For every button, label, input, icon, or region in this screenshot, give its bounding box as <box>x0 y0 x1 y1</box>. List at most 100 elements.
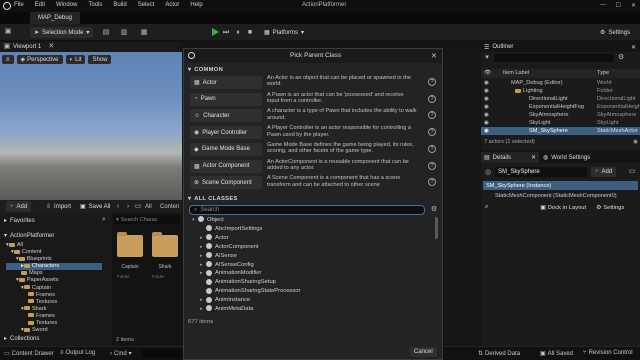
viewport-options-button[interactable]: ≡ <box>2 55 14 64</box>
visibility-icon[interactable]: ◉ <box>484 111 489 119</box>
cinematics-icon[interactable]: ▦ <box>140 29 148 37</box>
col-label[interactable]: Item Label <box>503 69 529 78</box>
viewport-tab[interactable]: ▣ Viewport 1 ✕ <box>0 42 180 52</box>
asset-search[interactable]: ▾ Search Charac <box>114 215 180 224</box>
common-class-button[interactable]: ☺ Character <box>190 109 262 123</box>
menu-tools[interactable]: Tools <box>88 2 102 8</box>
outliner-row[interactable]: ◉ MAP_Debug (Editor) World <box>481 79 640 87</box>
common-class-button[interactable]: ◆ Game Mode Base <box>190 142 262 156</box>
close-icon[interactable]: ✕ <box>631 2 636 9</box>
back-icon[interactable]: ‹ <box>114 203 122 211</box>
search-icon[interactable]: ⌕ <box>100 216 108 224</box>
component-item[interactable]: StaticMeshComponent (StaticMeshComponent… <box>483 191 638 200</box>
visibility-icon[interactable]: ◉ <box>484 79 489 87</box>
blueprint-icon[interactable]: ▥ <box>120 29 128 37</box>
class-row[interactable]: AnimationSharingStateProcessor <box>190 287 430 296</box>
all-saved-button[interactable]: ▣ All Saved <box>540 350 573 358</box>
tree-item-captain[interactable]: ▾ Captain <box>6 285 102 292</box>
menu-file[interactable]: File <box>14 2 24 8</box>
breadcrumb-all[interactable]: All <box>145 204 152 210</box>
expand-arrow-icon[interactable]: ▸ <box>200 252 206 261</box>
level-viewport[interactable]: ≡ ◈ Perspective ◐ Lit Show <box>0 52 182 200</box>
revision-control-button[interactable]: ⑂ Revision Control <box>583 350 633 356</box>
outliner-row[interactable]: ◉ SkyAtmosphere SkyAtmosphere <box>481 111 640 119</box>
close-icon[interactable]: ✕ <box>47 43 55 51</box>
tree-item-frames[interactable]: Frames <box>6 313 102 320</box>
filter-icon[interactable]: ▾ <box>483 54 491 62</box>
menu-edit[interactable]: Edit <box>35 2 45 8</box>
class-row[interactable]: ▸ AnimMetaData <box>190 305 430 314</box>
details-settings-button[interactable]: ⚙ Settings <box>596 205 624 211</box>
menu-build[interactable]: Build <box>113 2 126 8</box>
details-tab[interactable]: ▤ Details ✕ <box>481 152 539 163</box>
play-icon[interactable] <box>212 28 219 36</box>
expand-arrow-icon[interactable]: ▸ <box>200 243 206 252</box>
expand-arrow-icon[interactable]: ▸ <box>200 269 206 278</box>
collections-header[interactable]: ▸ Collections <box>4 335 39 343</box>
map-tab[interactable]: MAP_Debug <box>30 12 81 24</box>
visibility-icon[interactable]: ◉ <box>484 95 489 103</box>
outliner-row[interactable]: ◉ ExponentialHeightFog ExponentialHeight… <box>481 103 640 111</box>
class-row[interactable]: ▾ Object <box>190 216 430 225</box>
class-row[interactable]: AnimationSharingSetup <box>190 278 430 287</box>
derived-data-button[interactable]: ⇅ Derived Data <box>478 350 520 358</box>
folder-tile-captain[interactable]: Captain Folder <box>117 232 143 279</box>
class-row[interactable]: AbcImportSettings <box>190 225 430 234</box>
breadcrumb-content[interactable]: Conten <box>160 204 179 210</box>
world-settings-tab[interactable]: ◍ World Settings <box>539 154 590 162</box>
component-root[interactable]: SM_SkySphere (Instance) <box>483 181 638 190</box>
lit-button[interactable]: ◐ Lit <box>65 55 86 64</box>
visibility-icon[interactable]: ◉ <box>484 127 489 135</box>
layout-icon[interactable]: ▭ <box>628 168 636 176</box>
close-icon[interactable]: ✕ <box>631 44 636 51</box>
help-icon[interactable]: ? <box>428 78 436 86</box>
visibility-icon[interactable]: ◉ <box>484 119 489 127</box>
tree-item-shark[interactable]: ▾ Shark <box>6 306 102 313</box>
perspective-button[interactable]: ◈ Perspective <box>16 55 63 64</box>
add-button[interactable]: + Add <box>6 201 32 212</box>
menu-actor[interactable]: Actor <box>165 2 179 8</box>
tree-item-paperassets[interactable]: ▾ PaperAssets <box>6 277 102 284</box>
console-input[interactable] <box>142 349 182 358</box>
actor-name-field[interactable]: SM_SkySphere <box>495 167 587 177</box>
tree-item-all[interactable]: ▾ All <box>6 242 102 249</box>
tree-item-characters[interactable]: ▸ Characters <box>6 263 102 271</box>
tree-item-maps[interactable]: Maps <box>6 270 102 277</box>
tree-item-content[interactable]: ▾ Content <box>6 249 102 256</box>
save-icon[interactable]: ▣ <box>4 28 12 36</box>
dock-in-layout-button[interactable]: ▣ Dock in Layout <box>540 205 586 211</box>
outliner-tab[interactable]: ☰ Outliner ✕ <box>481 42 640 52</box>
help-icon[interactable]: ? <box>428 128 436 137</box>
play-next-icon[interactable]: ⏭ <box>222 29 230 37</box>
class-row[interactable]: ▸ Actor <box>190 234 430 243</box>
maximize-icon[interactable]: ☐ <box>616 2 621 9</box>
menu-select[interactable]: Select <box>138 2 155 8</box>
cmd-dropdown[interactable]: › Cmd ▾ <box>110 350 132 358</box>
pause-icon[interactable]: ⏸ <box>234 29 242 37</box>
settings-button[interactable]: ⚙ Settings <box>596 27 634 38</box>
help-icon[interactable]: ? <box>428 161 436 170</box>
expand-arrow-icon[interactable]: ▸ <box>200 234 206 243</box>
folder-tile-shark[interactable]: Shark Folder <box>152 232 178 279</box>
search-icon[interactable]: ⌕ <box>485 204 488 211</box>
tree-item-textures[interactable]: Textures <box>6 320 102 327</box>
eye-icon[interactable]: ◉ <box>633 139 638 145</box>
stop-icon[interactable]: ■ <box>246 29 254 37</box>
help-icon[interactable]: ? <box>428 111 436 120</box>
common-class-button[interactable]: ▩ Actor Component <box>190 159 262 173</box>
project-header[interactable]: ▾ ActionPlatformer <box>4 232 54 240</box>
add-component-button[interactable]: + Add <box>591 167 617 177</box>
gear-icon[interactable]: ⚙ <box>430 206 438 214</box>
class-row[interactable]: ▸ ActorComponent <box>190 243 430 252</box>
class-row[interactable]: ▸ AISense <box>190 252 430 261</box>
import-button[interactable]: ⇩ Import <box>42 201 75 212</box>
help-icon[interactable]: ? <box>428 144 436 153</box>
tree-item-textures[interactable]: Textures <box>6 299 102 306</box>
outliner-row-selected[interactable]: ◉ SM_SkySphere StaticMeshActor <box>481 127 640 135</box>
close-icon[interactable]: ✕ <box>531 154 536 161</box>
outliner-row[interactable]: ◉ DirectionalLight DirectionalLight <box>481 95 640 103</box>
minimize-icon[interactable]: — <box>600 2 606 9</box>
unreal-logo-icon[interactable] <box>3 2 11 10</box>
help-icon[interactable]: ? <box>428 178 436 187</box>
gear-icon[interactable]: ⚙ <box>617 54 625 62</box>
